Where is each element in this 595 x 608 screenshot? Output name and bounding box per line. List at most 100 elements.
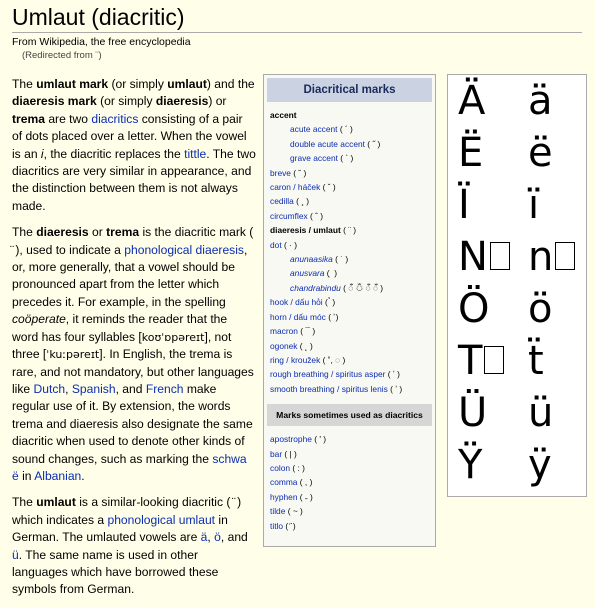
infobox-item-label: horn / dấu móc — [270, 311, 326, 322]
infobox-item-glyph: ( ˇ ) — [320, 182, 336, 193]
article-body: The umlaut mark (or simply umlaut) and t… — [12, 76, 256, 608]
infobox-item[interactable]: double acute accent ( ˝ ) — [270, 137, 435, 151]
infobox-item[interactable]: chandrabindu ( ँ ঁ ँ ◌ँ ) — [270, 281, 435, 295]
bold-term: diaeresis mark — [12, 94, 97, 109]
uppercase-letter: Ü — [458, 390, 488, 436]
infobox-item[interactable]: smooth breathing / spiritus lenis ( ʼ ) — [270, 382, 435, 396]
infobox-item[interactable]: grave accent ( ˋ ) — [270, 151, 435, 165]
infobox-item[interactable]: apostrophe ( ' ) — [270, 432, 435, 446]
ipa-transcription: koʊˈɒpəreɪt — [141, 330, 205, 344]
infobox-item-label: circumflex — [270, 210, 308, 221]
diacritical-marks-infobox: Diacritical marks accent acute accent ( ´… — [263, 74, 436, 547]
infobox-item[interactable]: dot ( · ) — [270, 238, 435, 252]
infobox-item[interactable]: ogonek ( ˛ ) — [270, 339, 435, 353]
bold-term: umlaut mark — [36, 77, 109, 91]
lowercase-letter: ü — [528, 390, 554, 436]
infobox-item[interactable]: rough breathing / spiritus asper ( ʽ ) — [270, 367, 435, 381]
infobox-item[interactable]: cedilla ( ¸ ) — [270, 194, 435, 208]
infobox-item[interactable]: ring / kroužek ( ˚, ◌ ) — [270, 353, 435, 367]
infobox-item-label: ring / kroužek — [270, 354, 321, 365]
infobox-item[interactable]: diaeresis / umlaut ( ¨ ) — [270, 223, 435, 237]
text: The — [12, 495, 37, 510]
infobox-item-label: tilde — [270, 506, 286, 517]
infobox-item-glyph: ( ¨ ) — [340, 225, 357, 236]
infobox-item[interactable]: macron ( ¯ ) — [270, 324, 435, 338]
infobox-item[interactable]: colon ( : ) — [270, 461, 435, 475]
infobox-item-glyph: ( ҃ ) — [283, 520, 296, 531]
link-phonological-diaeresis[interactable]: phonological diaeresis — [124, 243, 244, 257]
link-u-umlaut[interactable]: ü — [12, 548, 19, 562]
uppercase-letter: N — [458, 237, 510, 277]
umlaut-letters-panel: ÄäËë ÏïNnÖöTẗÜüŸÿ — [447, 74, 587, 497]
text: ) or — [208, 94, 227, 109]
infobox-item-glyph: ( | ) — [282, 448, 297, 459]
infobox-item-label: anusvara — [290, 268, 325, 279]
uppercase-letter: T — [458, 341, 505, 381]
link-o-umlaut[interactable]: ö — [214, 530, 221, 544]
bold-term: diaeresis — [36, 225, 89, 240]
infobox-item-glyph: ( ˙ ) — [332, 254, 349, 265]
infobox-item-glyph: ( ̛ ) — [325, 311, 339, 322]
infobox-item-label: grave accent — [290, 153, 338, 164]
infobox-item-glyph: ( ˋ ) — [337, 153, 354, 164]
text: or — [88, 225, 107, 240]
infobox-item[interactable]: hyphen ( ˗ ) — [270, 490, 435, 504]
infobox-item-label: diaeresis / umlaut — [270, 225, 341, 236]
infobox-item-glyph: ( ʼ ) — [387, 383, 403, 394]
bold-term: umlaut — [167, 77, 207, 91]
infobox-item-label: chandrabindu — [290, 282, 341, 293]
lowercase-letter: ö — [528, 286, 553, 332]
uppercase-letter: Ä — [458, 78, 486, 124]
infobox-item-glyph: ( ̉ ) — [322, 297, 336, 308]
missing-glyph-box — [484, 346, 505, 374]
redirect-note: (Redirected from ¨) — [22, 50, 102, 61]
infobox-item-label: smooth breathing / spiritus lenis — [270, 383, 388, 394]
infobox-item[interactable]: horn / dấu móc ( ̛ ) — [270, 310, 435, 324]
link-french[interactable]: French — [146, 382, 184, 396]
link-albanian[interactable]: Albanian — [34, 469, 81, 483]
infobox-title: Diacritical marks — [267, 78, 432, 102]
paragraph-3: The umlaut is a similar-looking diacriti… — [12, 494, 256, 598]
infobox-item-glyph: ( ´ ) — [337, 124, 353, 135]
infobox-item-label: colon — [270, 462, 291, 473]
infobox-item[interactable]: bar ( | ) — [270, 447, 435, 461]
infobox-item-glyph: ( ~ ) — [285, 506, 303, 517]
infobox-item-label: macron — [270, 326, 298, 337]
infobox-item[interactable]: circumflex ( ˆ ) — [270, 209, 435, 223]
infobox-item-label: comma — [270, 477, 298, 488]
text: are two — [44, 111, 92, 126]
infobox-item[interactable]: titlo ( ҃ ) — [270, 519, 435, 533]
infobox-item-label: titlo — [270, 520, 284, 531]
link-tittle[interactable]: tittle — [184, 147, 206, 161]
paragraph-2: The diaeresis or trema is the diacritic … — [12, 224, 256, 485]
infobox-item-label: acute accent — [290, 124, 338, 135]
infobox-item[interactable]: comma ( , ) — [270, 475, 435, 489]
infobox-item[interactable]: tilde ( ~ ) — [270, 504, 435, 518]
uppercase-letter: Ÿ — [458, 442, 483, 488]
link-spanish[interactable]: Spanish — [72, 382, 116, 396]
infobox-item[interactable]: anusvara ( ̣ ) — [270, 266, 435, 280]
lowercase-letter: ÿ — [528, 442, 552, 488]
page-subtitle: From Wikipedia, the free encyclopedia — [12, 36, 191, 48]
infobox-item[interactable]: acute accent ( ´ ) — [270, 122, 435, 136]
infobox-item-label: cedilla — [270, 196, 294, 207]
text: , and — [115, 381, 146, 396]
text: , — [65, 381, 72, 396]
infobox-item-glyph: ( ˝ ) — [364, 138, 381, 149]
infobox-item[interactable]: breve ( ˘ ) — [270, 166, 435, 180]
infobox-item[interactable]: anunaasika ( ˙ ) — [270, 252, 435, 266]
infobox-item-glyph: ( ¯ ) — [297, 326, 316, 337]
bold-term: trema — [106, 225, 140, 240]
text: (or simply — [96, 94, 156, 109]
infobox-item-label: ogonek — [270, 340, 298, 351]
link-dutch[interactable]: Dutch — [34, 382, 66, 396]
infobox-item[interactable]: caron / háček ( ˇ ) — [270, 180, 435, 194]
infobox-item[interactable]: hook / dấu hỏi ( ̉ ) — [270, 295, 435, 309]
link-diacritics[interactable]: diacritics — [91, 112, 138, 126]
infobox-item-label: double acute accent — [290, 138, 365, 149]
infobox-section-header: Marks sometimes used as diacritics — [267, 404, 432, 427]
infobox-item-glyph: ( · ) — [281, 239, 298, 250]
infobox-item-label: anunaasika — [290, 254, 333, 265]
infobox-item-glyph: ( ʽ ) — [385, 369, 400, 380]
link-phonological-umlaut[interactable]: phonological umlaut — [107, 513, 215, 527]
